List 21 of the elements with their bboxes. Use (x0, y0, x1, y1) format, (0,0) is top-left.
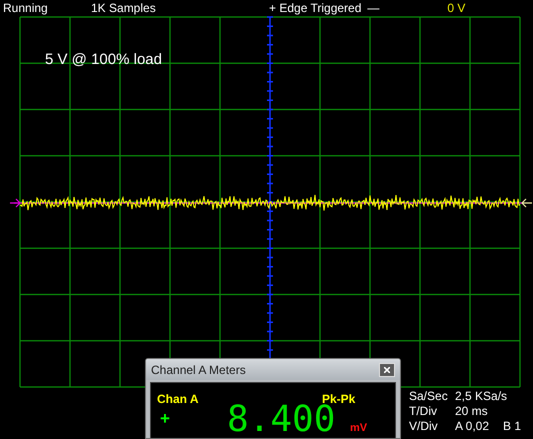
readout-value: 20 ms (455, 404, 488, 419)
unit-label: mV (350, 421, 368, 436)
readout-value: A 0,02 (455, 419, 490, 434)
sample-count: 1K Samples (91, 2, 157, 14)
window-title: Channel A Meters (151, 362, 246, 378)
readout-label: V/Div (409, 419, 439, 434)
close-button[interactable] (379, 362, 395, 376)
readout-label: T/Div (409, 404, 438, 419)
scope-annotation: 5 V @ 100% load (45, 50, 162, 70)
readout-label: Sa/Sec (409, 389, 449, 404)
polarity-sign: + (160, 408, 170, 430)
trigger-mark: — (367, 2, 380, 14)
status-text: Running (3, 2, 49, 14)
trigger-level: 0 V (447, 2, 466, 14)
trigger-marker-icon (521, 198, 533, 208)
trigger-mode: + Edge Triggered (269, 2, 362, 14)
readout-value: B 1 (503, 419, 522, 434)
readout-value: 2,5 KSa/s (455, 389, 508, 404)
close-icon (384, 366, 390, 372)
channel-label: Chan A (157, 391, 199, 408)
channel-marker-icon (9, 198, 21, 208)
